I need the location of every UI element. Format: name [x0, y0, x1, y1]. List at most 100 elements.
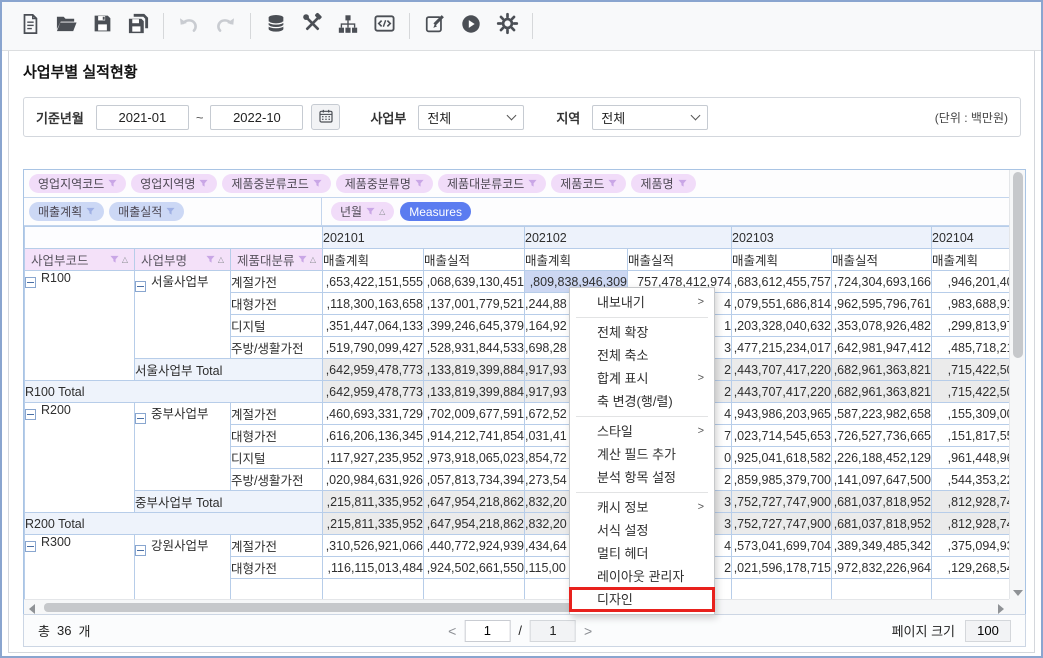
- row-group-division-cell[interactable]: 중부사업부: [135, 403, 231, 491]
- row-header-col[interactable]: 사업부코드△: [25, 249, 135, 271]
- value-cell[interactable]: ,353,078,926,482: [832, 315, 932, 337]
- code-button[interactable]: [366, 8, 402, 44]
- value-cell[interactable]: ,141,097,647,500: [832, 469, 932, 491]
- value-cell[interactable]: [323, 579, 424, 600]
- undo-button[interactable]: [171, 8, 207, 44]
- filter-chip[interactable]: 영업지역코드: [29, 174, 126, 193]
- value-cell[interactable]: ,647,954,218,862: [424, 491, 525, 513]
- value-cell[interactable]: ,310,526,921,066: [323, 535, 424, 557]
- sort-icon[interactable]: △: [218, 256, 224, 264]
- filter-chip[interactable]: 제품중분류코드: [222, 174, 330, 193]
- value-cell[interactable]: ,116,115,013,484: [323, 557, 424, 579]
- value-cell[interactable]: ,151,817,558,3: [932, 425, 1009, 447]
- period-to-input[interactable]: [210, 105, 303, 130]
- row-category-cell[interactable]: 계절가전: [231, 271, 323, 293]
- value-cell[interactable]: ,715,422,504,1: [932, 381, 1009, 403]
- period-from-input[interactable]: [96, 105, 189, 130]
- prev-page-button[interactable]: <: [448, 623, 456, 639]
- value-cell[interactable]: ,137,001,779,521: [424, 293, 525, 315]
- menu-item[interactable]: 서식 설정: [570, 519, 714, 542]
- value-cell[interactable]: ,068,639,130,451: [424, 271, 525, 293]
- value-cell[interactable]: ,544,353,220,8: [932, 469, 1009, 491]
- value-cell[interactable]: ,752,727,747,900: [732, 491, 832, 513]
- next-page-button[interactable]: >: [584, 623, 592, 639]
- row-category-cell[interactable]: 대형가전: [231, 425, 323, 447]
- menu-item[interactable]: 디자인: [570, 588, 714, 611]
- filter-chip[interactable]: 제품명: [631, 174, 695, 193]
- run-button[interactable]: [453, 8, 489, 44]
- value-cell[interactable]: ,914,212,741,854: [424, 425, 525, 447]
- row-group-division-cell[interactable]: 강원사업부: [135, 535, 231, 600]
- total-label-cell[interactable]: R200 Total: [25, 513, 323, 535]
- year-header[interactable]: 202101: [323, 227, 525, 249]
- filter-funnel-icon[interactable]: [206, 255, 215, 264]
- menu-item[interactable]: 멀티 헤더: [570, 542, 714, 565]
- vertical-scrollbar[interactable]: [1009, 170, 1025, 599]
- row-group-division-cell[interactable]: 서울사업부: [135, 271, 231, 359]
- value-cell[interactable]: ,973,918,065,023: [424, 447, 525, 469]
- value-cell[interactable]: ,215,811,335,952: [323, 491, 424, 513]
- menu-item[interactable]: 분석 항목 설정: [570, 466, 714, 489]
- value-cell[interactable]: ,683,612,455,757: [732, 271, 832, 293]
- row-category-cell[interactable]: 계절가전: [231, 535, 323, 557]
- value-col-header[interactable]: 매출계획: [525, 249, 628, 271]
- horizontal-scrollbar[interactable]: [24, 599, 1009, 614]
- value-cell[interactable]: ,726,527,736,665: [832, 425, 932, 447]
- value-cell[interactable]: ,440,772,924,939: [424, 535, 525, 557]
- value-cell[interactable]: ,724,304,693,166: [832, 271, 932, 293]
- sort-icon[interactable]: △: [122, 256, 128, 264]
- collapse-icon[interactable]: [135, 413, 146, 424]
- value-cell[interactable]: ,020,984,631,926: [323, 469, 424, 491]
- value-cell[interactable]: ,399,246,645,379: [424, 315, 525, 337]
- value-cell[interactable]: ,057,813,734,394: [424, 469, 525, 491]
- row-group-code-cell[interactable]: R200: [25, 403, 135, 513]
- value-cell[interactable]: [932, 579, 1009, 600]
- new-document-button[interactable]: [12, 8, 48, 44]
- redo-button[interactable]: [207, 8, 243, 44]
- row-header-col[interactable]: 사업부명△: [135, 249, 231, 271]
- value-cell[interactable]: ,642,959,478,773: [323, 359, 424, 381]
- value-cell[interactable]: ,519,790,099,427: [323, 337, 424, 359]
- menu-item[interactable]: 캐시 정보>: [570, 496, 714, 519]
- menu-item[interactable]: 전체 축소: [570, 344, 714, 367]
- page-input[interactable]: [464, 620, 510, 642]
- value-cell[interactable]: ,485,718,214,6: [932, 337, 1009, 359]
- filter-funnel-icon[interactable]: [110, 255, 119, 264]
- value-cell[interactable]: ,961,448,961,4: [932, 447, 1009, 469]
- collapse-icon[interactable]: [25, 277, 36, 288]
- sort-icon[interactable]: △: [310, 256, 316, 264]
- filter-chip[interactable]: 제품코드: [551, 174, 626, 193]
- value-cell[interactable]: ,812,928,747,9: [932, 513, 1009, 535]
- vertical-scrollbar-thumb[interactable]: [1013, 172, 1023, 358]
- value-cell[interactable]: ,943,986,203,965: [732, 403, 832, 425]
- value-cell[interactable]: ,203,328,040,632: [732, 315, 832, 337]
- row-header-col[interactable]: 제품대분류△: [231, 249, 323, 271]
- value-cell[interactable]: ,215,811,335,952: [323, 513, 424, 535]
- value-col-header[interactable]: 매출계획: [323, 249, 424, 271]
- sitemap-button[interactable]: [330, 8, 366, 44]
- value-cell[interactable]: [832, 579, 932, 600]
- row-category-cell[interactable]: 디지털: [231, 447, 323, 469]
- measure-chip[interactable]: 매출계획: [29, 202, 104, 221]
- year-header[interactable]: 202102: [525, 227, 732, 249]
- value-cell[interactable]: [732, 579, 832, 600]
- filter-funnel-icon[interactable]: [298, 255, 307, 264]
- value-col-header[interactable]: 매출계획: [932, 249, 1009, 271]
- value-cell[interactable]: ,155,309,007,3: [932, 403, 1009, 425]
- menu-item[interactable]: 합계 표시>: [570, 367, 714, 390]
- value-cell[interactable]: [424, 579, 525, 600]
- value-cell[interactable]: ,682,961,363,821: [832, 359, 932, 381]
- scroll-down-icon[interactable]: [1013, 590, 1023, 596]
- row-group-code-cell[interactable]: R300: [25, 535, 135, 600]
- value-cell[interactable]: ,079,551,686,814: [732, 293, 832, 315]
- value-cell[interactable]: ,972,832,226,964: [832, 557, 932, 579]
- region-select[interactable]: 전체: [592, 105, 708, 130]
- value-col-header[interactable]: 매출실적: [832, 249, 932, 271]
- column-chip[interactable]: 년월△: [331, 202, 394, 221]
- edit-button[interactable]: [417, 8, 453, 44]
- value-cell[interactable]: ,587,223,982,658: [832, 403, 932, 425]
- row-group-code-cell[interactable]: R100: [25, 271, 135, 381]
- value-cell[interactable]: ,528,931,844,533: [424, 337, 525, 359]
- value-cell[interactable]: ,642,959,478,773: [323, 381, 424, 403]
- row-category-cell[interactable]: 계절가전: [231, 403, 323, 425]
